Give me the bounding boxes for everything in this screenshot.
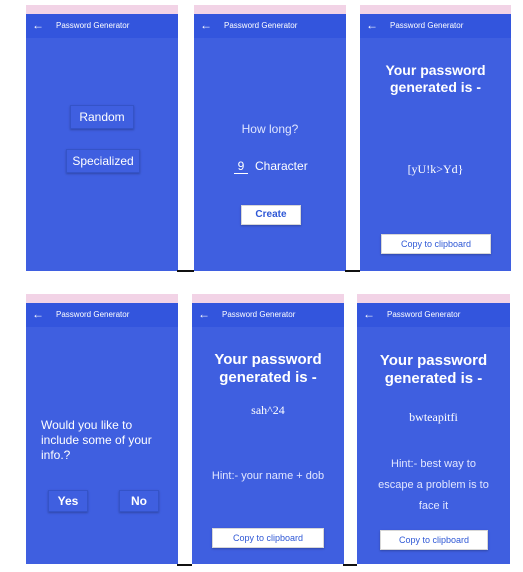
app-title: Password Generator: [387, 310, 461, 319]
arrow-left-icon[interactable]: ←: [363, 307, 375, 321]
specialized-button[interactable]: Specialized: [66, 149, 140, 173]
create-button[interactable]: Create: [241, 205, 301, 225]
no-button[interactable]: No: [119, 490, 159, 512]
length-input[interactable]: 9: [234, 159, 248, 174]
status-bar: [26, 5, 178, 14]
app-title: Password Generator: [222, 310, 296, 319]
generated-password: bwteapitfi: [409, 410, 458, 424]
yes-button[interactable]: Yes: [48, 490, 88, 512]
app-title: Password Generator: [56, 21, 130, 30]
arrow-left-icon[interactable]: ←: [366, 18, 378, 32]
status-bar: [192, 294, 344, 303]
screen-include-info: ← Password Generator Would you like to i…: [26, 294, 178, 564]
screen-mode-select: ← Password Generator Random Specialized: [26, 5, 178, 271]
divider: [177, 270, 194, 272]
screen-specialized-result-alt: ← Password Generator Your password gener…: [357, 294, 510, 564]
status-bar: [357, 294, 510, 303]
app-bar: ← Password Generator: [194, 14, 346, 38]
generated-password: [yU!k>Yd}: [407, 162, 464, 176]
copy-to-clipboard-button[interactable]: Copy to clipboard: [380, 530, 488, 550]
app-title: Password Generator: [390, 21, 464, 30]
result-heading-line2: generated is -: [389, 79, 482, 95]
include-info-question-line2: include some of your: [41, 433, 152, 447]
screen-random-result: ← Password Generator Your password gener…: [360, 5, 511, 271]
how-long-prompt: How long?: [241, 122, 299, 136]
copy-to-clipboard-button[interactable]: Copy to clipboard: [212, 528, 324, 548]
app-title: Password Generator: [56, 310, 130, 319]
password-hint-line2: escape a problem is to: [378, 479, 489, 491]
arrow-left-icon[interactable]: ←: [200, 18, 212, 32]
status-bar: [26, 294, 178, 303]
result-heading-line2: generated is -: [384, 370, 483, 387]
app-bar: ← Password Generator: [357, 303, 510, 327]
app-bar: ← Password Generator: [192, 303, 344, 327]
result-heading-line1: Your password: [379, 352, 488, 369]
random-button[interactable]: Random: [70, 105, 134, 129]
screen-length-input: ← Password Generator How long? 9 Charact…: [194, 5, 346, 271]
character-label: Character: [255, 159, 308, 173]
arrow-left-icon[interactable]: ←: [32, 18, 44, 32]
arrow-left-icon[interactable]: ←: [198, 307, 210, 321]
divider: [177, 564, 192, 566]
arrow-left-icon[interactable]: ←: [32, 307, 44, 321]
app-bar: ← Password Generator: [360, 14, 511, 38]
status-bar: [194, 5, 346, 14]
app-bar: ← Password Generator: [26, 14, 178, 38]
screen-specialized-result: ← Password Generator Your password gener…: [192, 294, 344, 564]
generated-password: sah^24: [251, 403, 285, 417]
password-hint-line3: face it: [418, 500, 449, 512]
result-heading-line2: generated is -: [219, 369, 317, 386]
copy-to-clipboard-button[interactable]: Copy to clipboard: [381, 234, 491, 254]
password-hint: Hint:- your name + dob: [211, 470, 325, 482]
include-info-question-line1: Would you like to: [41, 418, 133, 432]
password-hint-line1: Hint:- best way to: [391, 458, 476, 470]
app-title: Password Generator: [224, 21, 298, 30]
divider: [345, 270, 360, 272]
app-bar: ← Password Generator: [26, 303, 178, 327]
divider: [343, 564, 357, 566]
result-heading-line1: Your password: [214, 351, 322, 368]
include-info-question-line3: info.?: [41, 448, 71, 462]
result-heading-line1: Your password: [385, 62, 486, 78]
status-bar: [360, 5, 511, 14]
